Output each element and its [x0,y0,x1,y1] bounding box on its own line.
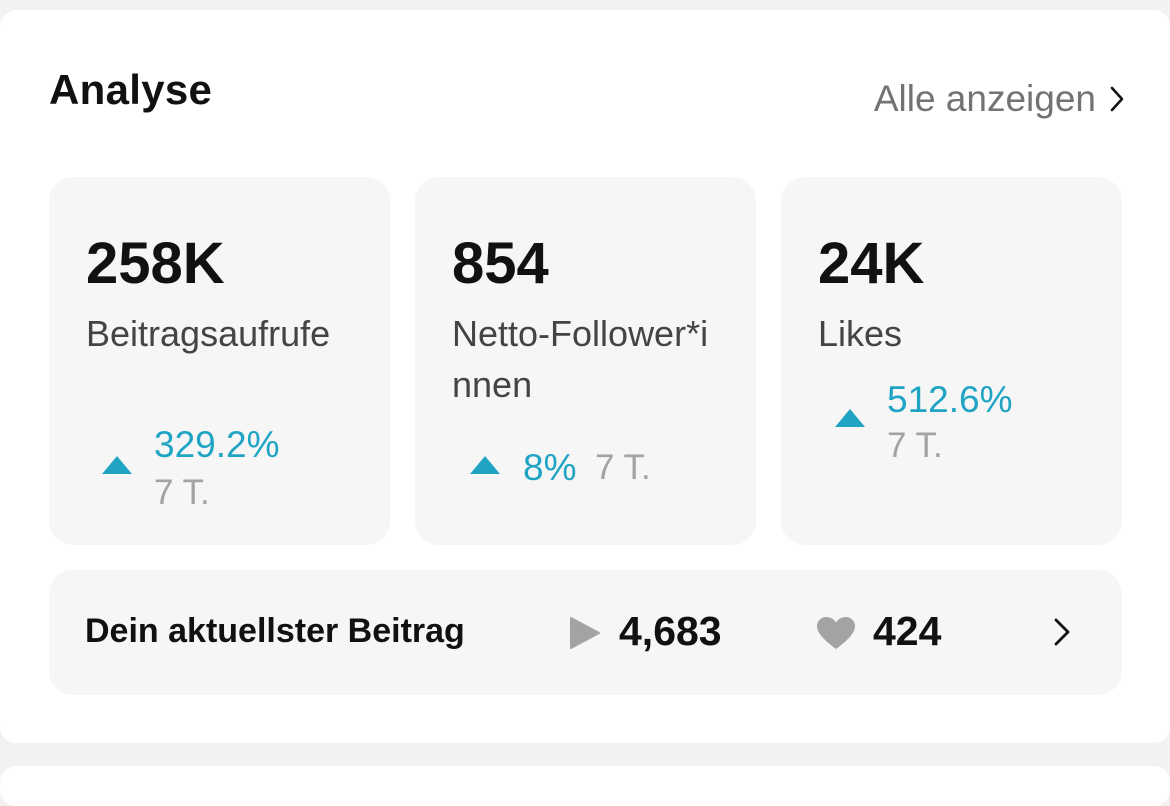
next-card [0,766,1170,806]
stat-period: 7 T. [595,448,651,487]
stat-tile-likes[interactable]: 24K Likes 512.6% 7 T. [781,177,1122,545]
stat-change: 512.6% [887,379,1013,420]
stat-label: Netto-Follower*innen [452,313,709,405]
latest-post-title: Dein aktuellster Beitrag [85,612,465,650]
latest-post-likes: 424 [873,608,942,654]
chevron-right-icon [1053,617,1071,652]
stat-period: 7 T. [887,426,943,465]
play-icon [569,616,601,655]
latest-post-row[interactable]: Dein aktuellster Beitrag 4,683 424 [49,570,1122,695]
latest-post-views: 4,683 [619,608,722,654]
stat-value: 854 [452,231,549,296]
see-all-label: Alle anzeigen [873,78,1096,119]
heart-icon [816,616,856,655]
stat-change: 329.2% [154,424,280,465]
stat-tile-views[interactable]: 258K Beitragsaufrufe 329.2% 7 T. [49,177,390,545]
stat-label: Likes [818,313,903,354]
chevron-right-icon [1110,86,1124,112]
see-all-link[interactable]: Alle anzeigen [874,72,1124,126]
stat-label: Beitragsaufrufe [86,313,331,354]
triangle-up-icon [835,409,865,427]
stat-value: 258K [86,231,225,296]
triangle-up-icon [470,456,500,474]
stat-value: 24K [818,231,925,296]
stat-tile-followers[interactable]: 854 Netto-Follower*innen 8% 7 T. [415,177,756,545]
triangle-up-icon [102,456,132,474]
stat-period: 7 T. [154,473,210,512]
section-title: Analyse [49,66,213,113]
stat-change: 8% [523,447,577,488]
